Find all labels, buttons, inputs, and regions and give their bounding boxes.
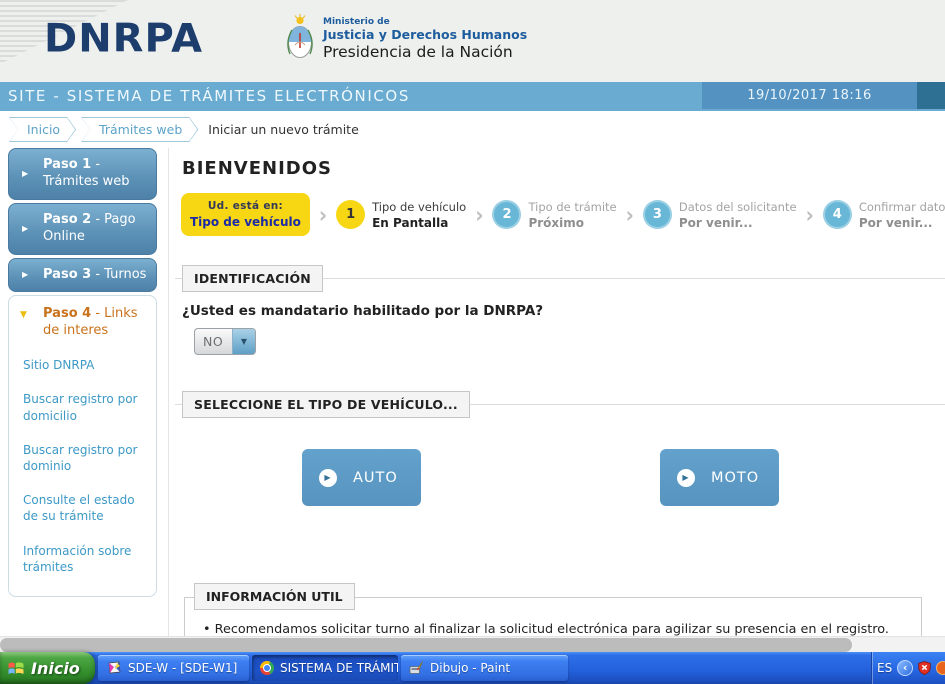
title-bar-end-block xyxy=(917,82,945,109)
taskbar-task-sdew[interactable]: SDE-W - [SDE-W1] xyxy=(98,655,249,681)
sidebar-panel-paso4: ▼ Paso 4 - Links de interes Sitio DNRPA … xyxy=(8,295,157,596)
main-content: BIENVENIDOS Ud. está en: Tipo de vehícul… xyxy=(168,148,945,636)
taskbar-task-paint[interactable]: Dibujo - Paint xyxy=(401,655,568,681)
sidebar: ▶ Paso 1 - Trámites web ▶ Paso 2 - Pago … xyxy=(8,148,157,682)
site-title-bar: SITE - SISTEMA DE TRÁMITES ELECTRÓNICOS … xyxy=(0,82,945,111)
dnrpa-logo[interactable]: DNRPA xyxy=(44,16,203,61)
wizard-step-3-circle: 3 xyxy=(643,200,672,229)
sidebar-link-registro-dominio[interactable]: Buscar registro por dominio xyxy=(9,433,156,483)
sdew-app-icon xyxy=(106,661,122,675)
start-button[interactable]: Inicio xyxy=(0,652,95,684)
section-informacion-util: INFORMACIÓN UTIL Recomendamos solicitar … xyxy=(184,597,922,636)
chevron-right-icon: › xyxy=(806,201,814,227)
horizontal-scrollbar-thumb[interactable] xyxy=(0,638,852,652)
arrow-right-circle-icon: ▶ xyxy=(677,469,695,487)
tray-notification-icon[interactable] xyxy=(936,661,945,675)
breadcrumb-current: Iniciar un nuevo trámite xyxy=(208,122,359,137)
system-tray: ES ‹ xyxy=(871,652,945,684)
wizard-step-2-circle: 2 xyxy=(492,200,521,229)
site-title: SITE - SISTEMA DE TRÁMITES ELECTRÓNICOS xyxy=(8,87,410,105)
sidebar-link-informacion-tramites[interactable]: Información sobre trámites xyxy=(9,534,156,584)
section-identificacion: IDENTIFICACIÓN xyxy=(175,278,945,279)
ministry-logo-block: Ministerio de Justicia y Derechos Humano… xyxy=(285,14,527,64)
language-indicator[interactable]: ES xyxy=(877,661,892,675)
wizard-step-4: 4 Confirmar datos Por venir... xyxy=(823,200,945,230)
sidebar-item-paso2-pago-online[interactable]: ▶ Paso 2 - Pago Online xyxy=(8,203,157,255)
coat-of-arms-icon xyxy=(285,14,315,64)
horizontal-scrollbar[interactable] xyxy=(0,636,945,652)
informacion-util-legend: INFORMACIÓN UTIL xyxy=(194,583,355,610)
identificacion-legend: IDENTIFICACIÓN xyxy=(182,265,323,292)
chevron-right-icon: › xyxy=(475,201,483,227)
auto-button[interactable]: ▶ AUTO xyxy=(302,449,421,506)
taskbar: Inicio SDE-W - [SDE-W1] SISTEMA DE TRÁMI… xyxy=(0,652,945,684)
arrow-right-icon: ▶ xyxy=(22,169,28,179)
body-area: ▶ Paso 1 - Trámites web ▶ Paso 2 - Pago … xyxy=(0,148,945,636)
tray-collapse-icon[interactable]: ‹ xyxy=(897,660,913,676)
tipo-vehiculo-legend: SELECCIONE EL TIPO DE VEHÍCULO... xyxy=(182,391,470,418)
chrome-icon xyxy=(260,661,274,675)
wizard-step-2: 2 Tipo de trámite Próximo xyxy=(492,200,616,230)
mandatario-select[interactable]: NO ▼ xyxy=(194,328,256,355)
chevron-down-icon[interactable]: ▼ xyxy=(232,329,255,354)
page-title: BIENVENIDOS xyxy=(182,158,332,179)
arrow-right-icon: ▶ xyxy=(22,223,28,233)
sidebar-item-paso1-tramites-web[interactable]: ▶ Paso 1 - Trámites web xyxy=(8,148,157,200)
sidebar-item-paso4-links[interactable]: ▼ Paso 4 - Links de interes xyxy=(9,296,156,348)
wizard-step-3: 3 Datos del solicitante Por venir... xyxy=(643,200,797,230)
paint-icon xyxy=(409,661,424,675)
ministry-text: Ministerio de Justicia y Derechos Humano… xyxy=(323,17,527,61)
moto-button[interactable]: ▶ MOTO xyxy=(660,449,779,506)
chevron-right-icon: › xyxy=(319,201,327,227)
mandatario-select-value: NO xyxy=(195,329,232,354)
wizard-current-box: Ud. está en: Tipo de vehículo xyxy=(181,193,310,236)
wizard-progress: Ud. está en: Tipo de vehículo › 1 Tipo d… xyxy=(181,193,945,236)
taskbar-task-sistema-tramites[interactable]: SISTEMA DE TRÁMIT... xyxy=(252,655,398,681)
sidebar-link-registro-domicilio[interactable]: Buscar registro por domicilio xyxy=(9,382,156,432)
chevron-right-icon: › xyxy=(626,201,634,227)
sidebar-link-sitio-dnrpa[interactable]: Sitio DNRPA xyxy=(9,348,156,382)
ministry-line1: Ministerio de xyxy=(323,17,527,27)
security-shield-icon[interactable] xyxy=(918,661,931,675)
datetime-display: 19/10/2017 18:16 xyxy=(702,82,917,109)
breadcrumb-tramites-web[interactable]: Trámites web xyxy=(81,117,198,142)
arrow-right-circle-icon: ▶ xyxy=(319,469,337,487)
ministry-line3: Presidencia de la Nación xyxy=(323,43,527,61)
ministry-line2: Justicia y Derechos Humanos xyxy=(323,27,527,42)
wizard-step-4-circle: 4 xyxy=(823,200,852,229)
arrow-right-icon: ▶ xyxy=(22,270,28,280)
mandatario-question: ¿Usted es mandatario habilitado por la D… xyxy=(182,303,543,319)
breadcrumb-inicio[interactable]: Inicio xyxy=(9,117,76,142)
breadcrumb: Inicio Trámites web Iniciar un nuevo trá… xyxy=(0,111,945,148)
sidebar-item-paso3-turnos[interactable]: ▶ Paso 3 - Turnos xyxy=(8,258,157,293)
screen: DNRPA Ministerio de Justicia y Derechos … xyxy=(0,0,945,684)
section-tipo-vehiculo: SELECCIONE EL TIPO DE VEHÍCULO... xyxy=(175,404,945,405)
wizard-step-1: 1 Tipo de vehículo En Pantalla xyxy=(336,200,466,230)
top-header: DNRPA Ministerio de Justicia y Derechos … xyxy=(0,0,945,82)
arrow-down-icon: ▼ xyxy=(20,310,27,322)
windows-flag-icon xyxy=(7,660,25,676)
wizard-step-1-circle: 1 xyxy=(336,200,365,229)
sidebar-link-estado-tramite[interactable]: Consulte el estado de su trámite xyxy=(9,483,156,533)
